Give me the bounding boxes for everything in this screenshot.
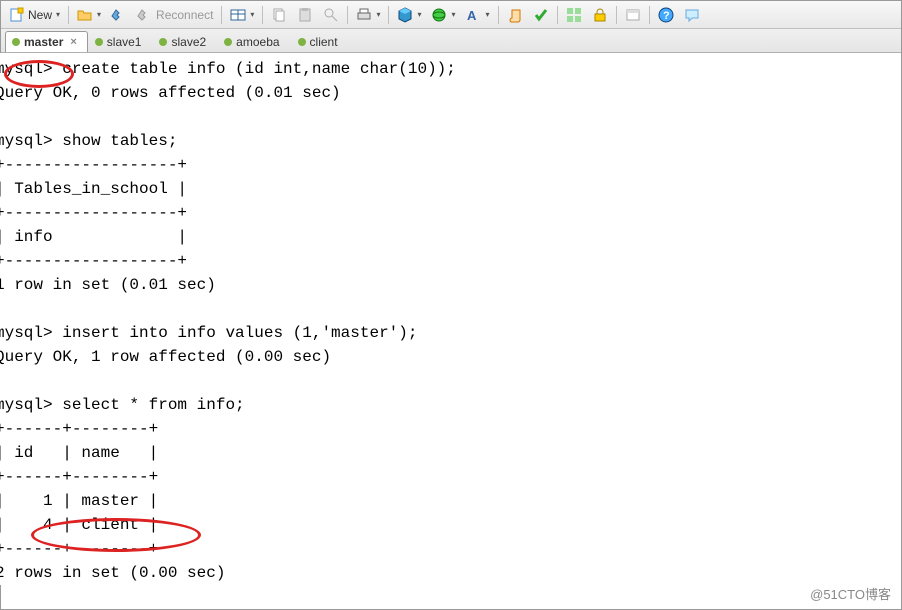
tab-client[interactable]: client — [291, 31, 349, 52]
chevron-down-icon: ▾ — [376, 10, 380, 19]
reconnect-label: Reconnect — [156, 8, 213, 22]
grid-button[interactable]: ▾ — [226, 4, 258, 26]
copy-button[interactable] — [267, 4, 291, 26]
help-button[interactable]: ? — [654, 4, 678, 26]
new-icon — [9, 7, 25, 23]
reconnect-button[interactable]: Reconnect — [133, 4, 217, 26]
search-icon — [323, 7, 339, 23]
chat-button[interactable] — [680, 4, 704, 26]
separator — [221, 6, 222, 24]
separator — [649, 6, 650, 24]
terminal-output[interactable]: mysql> create table info (id int,name ch… — [0, 53, 901, 585]
tab-label: slave2 — [171, 35, 206, 49]
cube-button[interactable]: ▾ — [393, 4, 425, 26]
status-dot-icon — [95, 38, 103, 46]
watermark: @51CTO博客 — [810, 584, 891, 603]
tab-label: amoeba — [236, 35, 279, 49]
svg-text:A: A — [467, 8, 477, 23]
separator — [262, 6, 263, 24]
tab-slave2[interactable]: slave2 — [152, 31, 217, 52]
chevron-down-icon: ▾ — [451, 10, 455, 19]
tab-slave1[interactable]: slave1 — [88, 31, 153, 52]
script-button[interactable] — [503, 4, 527, 26]
status-dot-icon — [159, 38, 167, 46]
new-button[interactable]: New ▾ — [5, 4, 64, 26]
tab-master[interactable]: master × — [5, 31, 88, 52]
grid-icon — [230, 7, 246, 23]
tile-icon — [566, 7, 582, 23]
plug-icon — [111, 7, 127, 23]
tab-label: master — [24, 35, 63, 49]
globe-button[interactable]: ▾ — [427, 4, 459, 26]
font-button[interactable]: A ▾ — [461, 4, 493, 26]
separator — [616, 6, 617, 24]
separator — [68, 6, 69, 24]
status-dot-icon — [224, 38, 232, 46]
chat-icon — [684, 7, 700, 23]
new-label: New — [28, 8, 52, 22]
tab-bar: master × slave1 slave2 amoeba client — [1, 29, 901, 53]
tab-label: slave1 — [107, 35, 142, 49]
window-icon — [625, 7, 641, 23]
lock-button[interactable] — [588, 4, 612, 26]
separator — [388, 6, 389, 24]
paste-button[interactable] — [293, 4, 317, 26]
help-icon: ? — [658, 7, 674, 23]
window-button[interactable] — [621, 4, 645, 26]
print-button[interactable]: ▾ — [352, 4, 384, 26]
folder-open-icon — [77, 7, 93, 23]
separator — [498, 6, 499, 24]
script-icon — [507, 7, 523, 23]
connect-button[interactable] — [107, 4, 131, 26]
toolbar: New ▾ ▾ Reconnect ▾ ▾ — [1, 1, 901, 29]
status-dot-icon — [298, 38, 306, 46]
chevron-down-icon: ▾ — [485, 10, 489, 19]
chevron-down-icon: ▾ — [417, 10, 421, 19]
lock-icon — [592, 7, 608, 23]
status-dot-icon — [12, 38, 20, 46]
chevron-down-icon: ▾ — [97, 10, 101, 19]
reconnect-icon — [137, 7, 153, 23]
globe-icon — [431, 7, 447, 23]
separator — [557, 6, 558, 24]
print-icon — [356, 7, 372, 23]
search-button[interactable] — [319, 4, 343, 26]
svg-text:?: ? — [663, 10, 670, 22]
font-icon: A — [465, 7, 481, 23]
check-button[interactable] — [529, 4, 553, 26]
tile-button[interactable] — [562, 4, 586, 26]
check-icon — [533, 7, 549, 23]
paste-icon — [297, 7, 313, 23]
chevron-down-icon: ▾ — [56, 10, 60, 19]
tab-amoeba[interactable]: amoeba — [217, 31, 290, 52]
cube-icon — [397, 7, 413, 23]
copy-icon — [271, 7, 287, 23]
chevron-down-icon: ▾ — [250, 10, 254, 19]
open-button[interactable]: ▾ — [73, 4, 105, 26]
tab-label: client — [310, 35, 338, 49]
close-icon[interactable]: × — [70, 36, 76, 48]
separator — [347, 6, 348, 24]
